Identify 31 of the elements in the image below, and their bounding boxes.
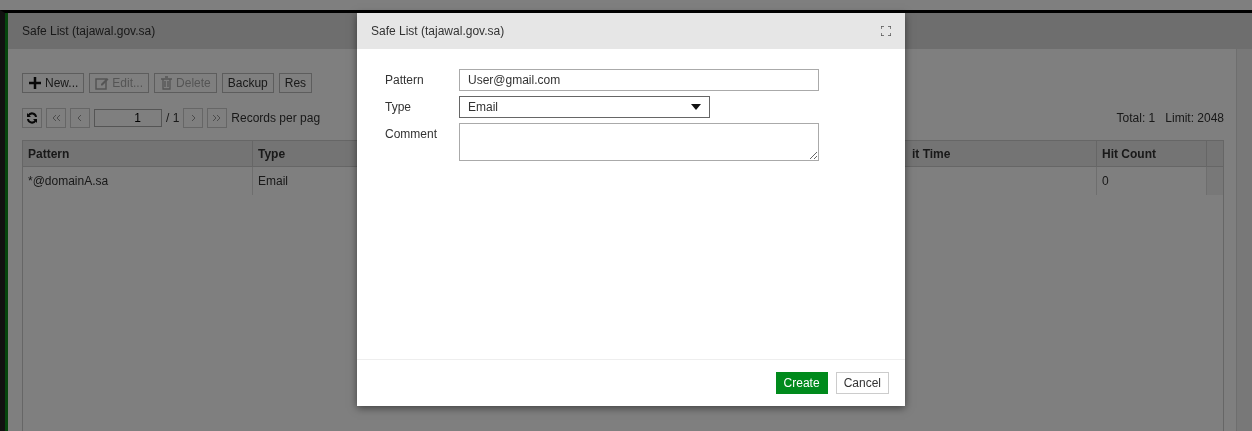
records-per-page-label: Records per pag bbox=[231, 111, 321, 125]
limit-count: Limit: 2048 bbox=[1165, 111, 1224, 125]
pattern-field[interactable]: User@gmail.com bbox=[459, 69, 819, 91]
field-label: Comment bbox=[385, 126, 438, 143]
toolbar-button[interactable]: Res bbox=[278, 73, 313, 93]
table-scrollbar[interactable] bbox=[1207, 167, 1223, 195]
refresh-icon[interactable] bbox=[22, 108, 42, 128]
toolbar-button[interactable]: Backup bbox=[221, 73, 274, 93]
page-field[interactable]: 1 bbox=[94, 109, 162, 127]
caret-icon bbox=[691, 104, 701, 110]
field-label: Pattern bbox=[385, 72, 425, 89]
comment-field[interactable] bbox=[459, 123, 819, 161]
column-header[interactable]: Hit Count bbox=[1097, 141, 1207, 167]
plus-icon bbox=[28, 76, 42, 90]
table-cell: *@domainA.sa bbox=[23, 167, 253, 195]
first-page-icon[interactable] bbox=[46, 108, 66, 128]
previous-page-icon[interactable] bbox=[70, 108, 90, 128]
type-dropdown[interactable]: Email bbox=[459, 96, 710, 118]
total-count: Total: 1 bbox=[1116, 111, 1156, 125]
toolbar-button[interactable]: New... bbox=[22, 73, 85, 93]
maximize-icon[interactable] bbox=[881, 26, 891, 36]
column-header[interactable]: Pattern bbox=[23, 141, 253, 167]
next-page-icon[interactable] bbox=[183, 108, 204, 128]
edit-icon bbox=[95, 76, 110, 90]
field-label: Type bbox=[385, 99, 412, 116]
dialog-title: Safe List (tajawal.gov.sa) bbox=[371, 24, 505, 38]
cancel-button[interactable]: Cancel bbox=[835, 372, 889, 394]
create-button[interactable]: Create bbox=[775, 372, 828, 394]
page-count: / 1 bbox=[166, 111, 180, 125]
trash-icon bbox=[160, 76, 174, 90]
last-page-icon[interactable] bbox=[207, 108, 228, 128]
